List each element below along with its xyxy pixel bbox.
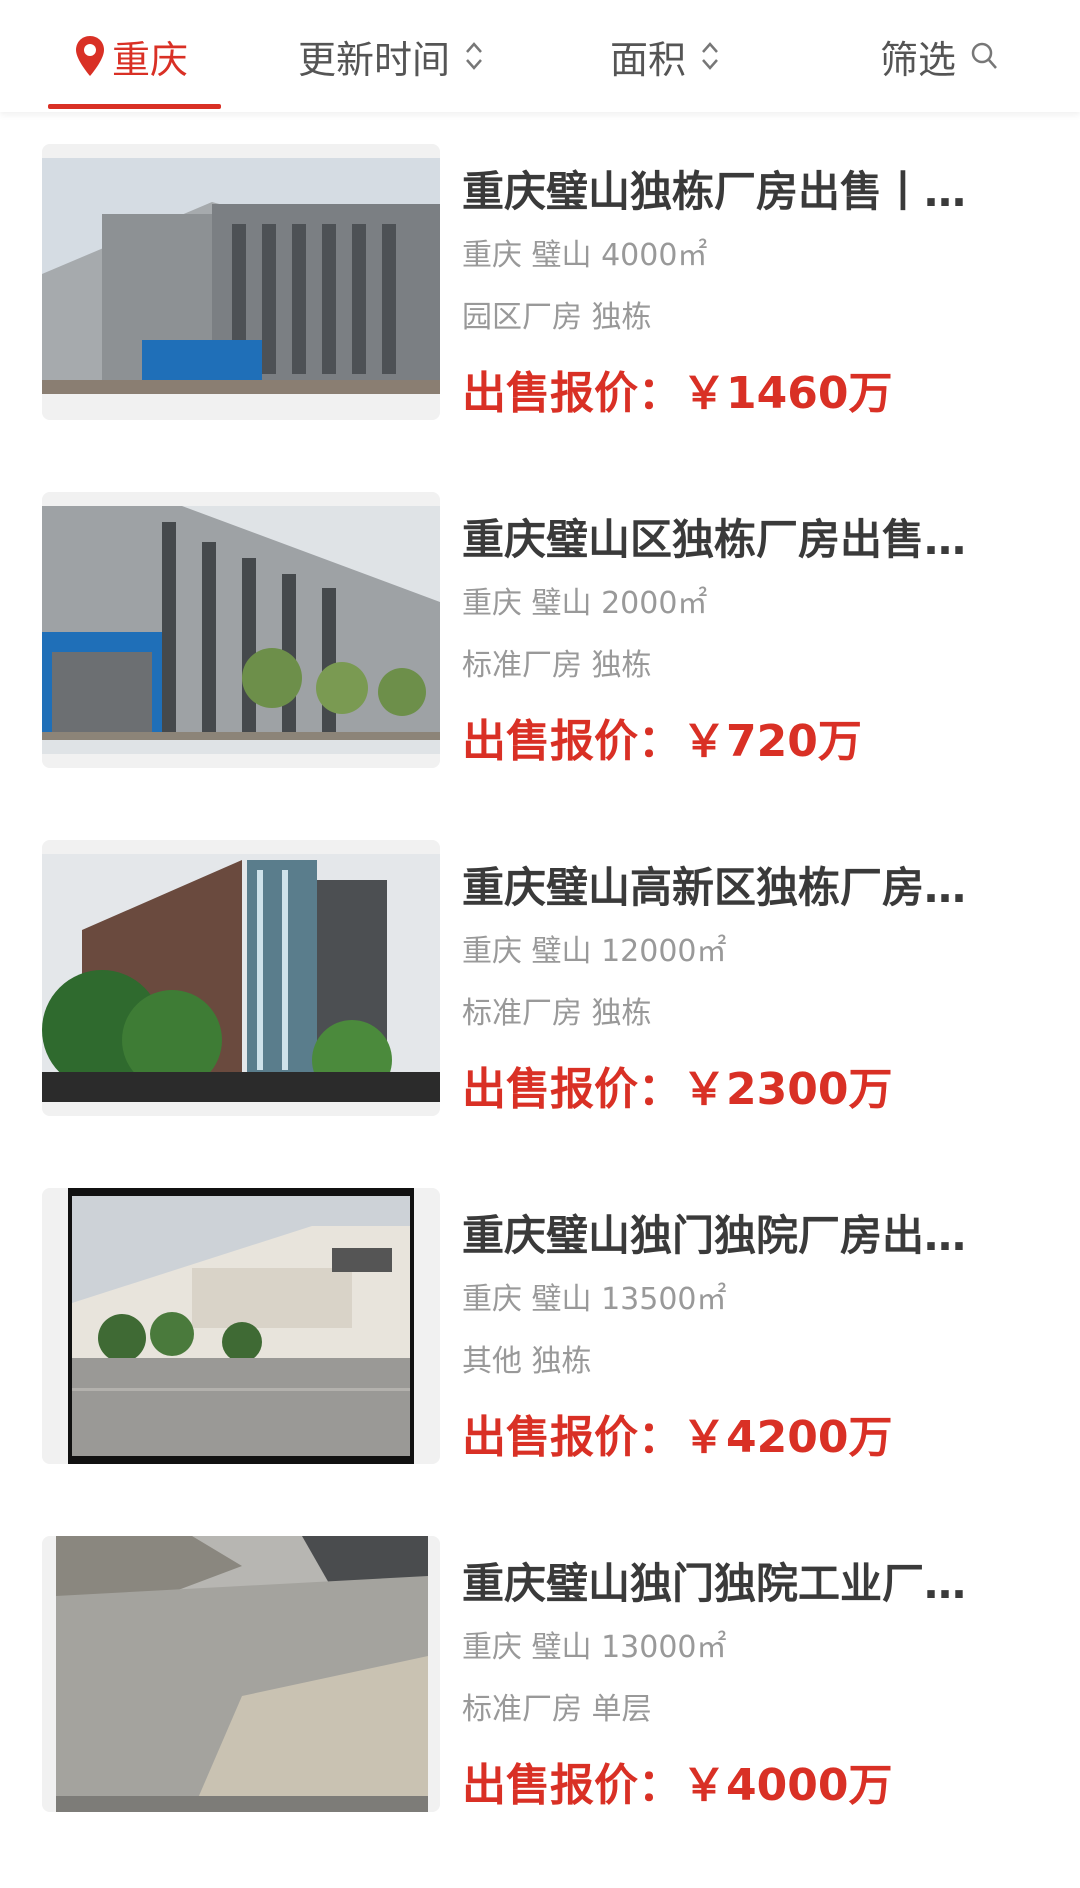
filter-label: 筛选	[880, 37, 957, 82]
listing-tags: 标准厂房 独栋	[462, 648, 652, 683]
update-time-sort-tab[interactable]: 更新时间	[298, 28, 484, 84]
listing-location-area: 重庆 璧山 2000㎡	[462, 586, 708, 621]
listing-title[interactable]: 重庆璧山独门独院工业厂…	[462, 1554, 1002, 1614]
listing-location-area: 重庆 璧山 13500㎡	[462, 1282, 727, 1317]
listing-photo	[42, 1536, 440, 1812]
filter-tab[interactable]: 筛选	[880, 28, 998, 84]
listing-location-area: 重庆 璧山 12000㎡	[462, 934, 727, 969]
update-time-label: 更新时间	[298, 37, 451, 82]
listing-photo	[42, 1188, 440, 1464]
city-filter-label: 重庆	[112, 37, 189, 82]
listing-tags: 园区厂房 独栋	[462, 300, 652, 335]
sort-arrows-icon	[466, 42, 482, 70]
search-icon	[971, 42, 997, 69]
listing-price: 出售报价：￥4000万	[462, 1760, 893, 1811]
listing-price: 出售报价：￥2300万	[462, 1064, 893, 1115]
listing-info: 重庆璧山高新区独栋厂房… 重庆 璧山 12000㎡ 标准厂房 独栋 出售报价：￥…	[462, 858, 1002, 1120]
listing-location-area: 重庆 璧山 13000㎡	[462, 1630, 727, 1665]
listing-price: 出售报价：￥1460万	[462, 368, 893, 419]
listing-info: 重庆璧山独门独院工业厂… 重庆 璧山 13000㎡ 标准厂房 单层 出售报价：￥…	[462, 1554, 1002, 1816]
area-sort-tab[interactable]: 面积	[610, 28, 720, 84]
listing-tags: 标准厂房 独栋	[462, 996, 652, 1031]
listing-title[interactable]: 重庆璧山独门独院厂房出…	[462, 1206, 1002, 1266]
listing-info: 重庆璧山独门独院厂房出… 重庆 璧山 13500㎡ 其他 独栋 出售报价：￥42…	[462, 1206, 1002, 1468]
listing-card[interactable]: 重庆璧山高新区独栋厂房… 重庆 璧山 12000㎡ 标准厂房 独栋 出售报价：￥…	[0, 840, 1080, 1140]
listing-card[interactable]: 重庆璧山独门独院工业厂… 重庆 璧山 13000㎡ 标准厂房 单层 出售报价：￥…	[0, 1536, 1080, 1836]
filter-bar: 重庆 更新时间 面积 筛选	[0, 0, 1080, 112]
active-tab-indicator	[48, 104, 221, 109]
listing-title[interactable]: 重庆璧山区独栋厂房出售…	[462, 510, 1002, 570]
listing-photo	[42, 144, 440, 420]
area-label: 面积	[610, 37, 687, 82]
sort-arrows-icon	[702, 42, 718, 70]
listing-price: 出售报价：￥720万	[462, 716, 862, 767]
listing-info: 重庆璧山独栋厂房出售丨… 重庆 璧山 4000㎡ 园区厂房 独栋 出售报价：￥1…	[462, 162, 1002, 424]
location-pin-icon	[76, 36, 104, 76]
listing-photo	[42, 840, 440, 1116]
listing-title[interactable]: 重庆璧山高新区独栋厂房…	[462, 858, 1002, 918]
listing-location-area: 重庆 璧山 4000㎡	[462, 238, 708, 273]
listing-photo	[42, 492, 440, 768]
listing-title[interactable]: 重庆璧山独栋厂房出售丨…	[462, 162, 1002, 222]
listing-tags: 其他 独栋	[462, 1344, 592, 1379]
listing-card[interactable]: 重庆璧山区独栋厂房出售… 重庆 璧山 2000㎡ 标准厂房 独栋 出售报价：￥7…	[0, 492, 1080, 792]
city-filter-tab[interactable]: 重庆	[74, 28, 188, 84]
listing-card[interactable]: 重庆璧山独门独院厂房出… 重庆 璧山 13500㎡ 其他 独栋 出售报价：￥42…	[0, 1188, 1080, 1488]
listing-card[interactable]: 重庆璧山独栋厂房出售丨… 重庆 璧山 4000㎡ 园区厂房 独栋 出售报价：￥1…	[0, 144, 1080, 444]
listing-price: 出售报价：￥4200万	[462, 1412, 893, 1463]
listing-tags: 标准厂房 单层	[462, 1692, 652, 1727]
listing-info: 重庆璧山区独栋厂房出售… 重庆 璧山 2000㎡ 标准厂房 独栋 出售报价：￥7…	[462, 510, 1002, 772]
